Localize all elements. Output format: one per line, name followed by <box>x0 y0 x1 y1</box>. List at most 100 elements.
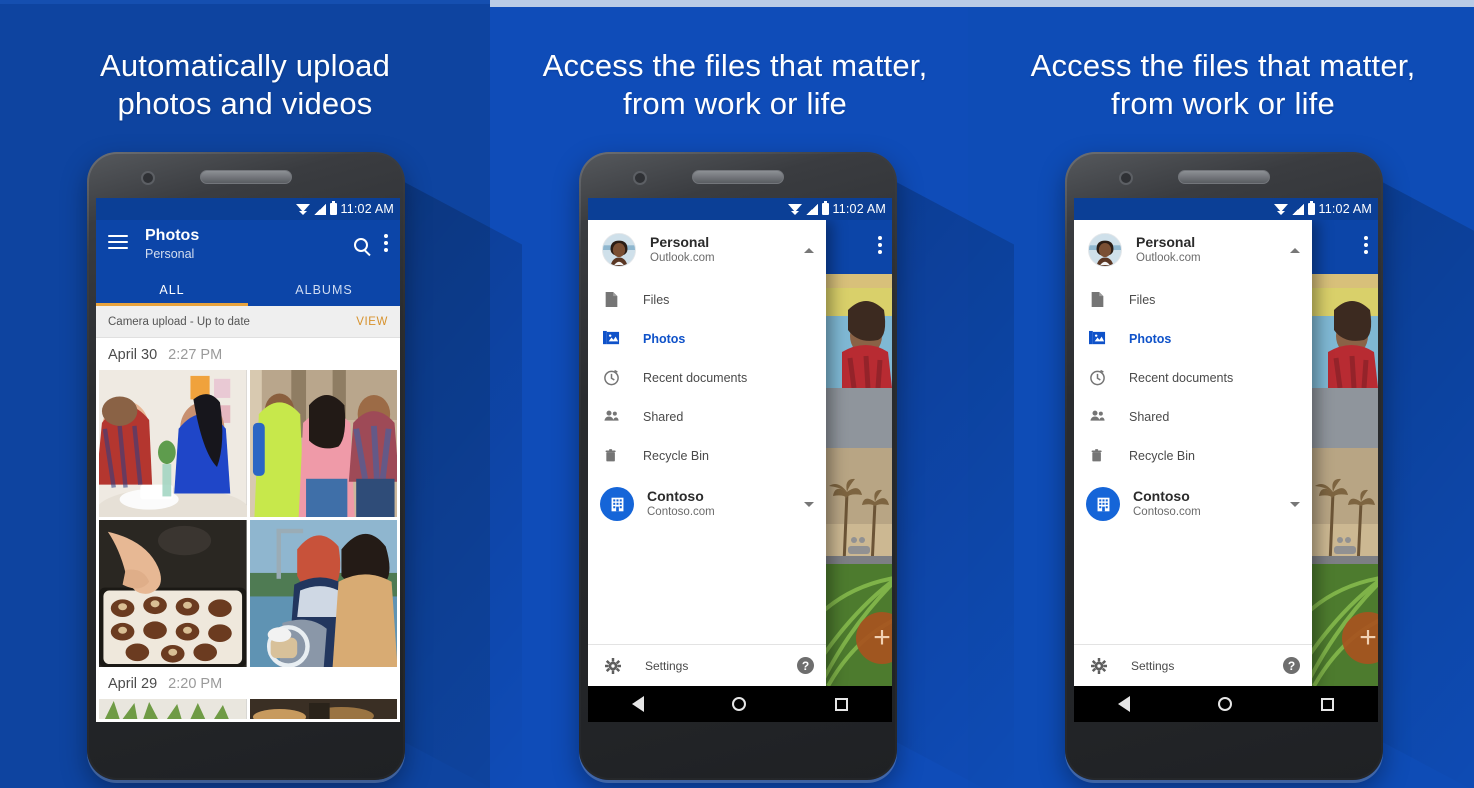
signal-icon <box>805 203 818 215</box>
phone-body: 11:02 AM + Personal Outlook.com Files Ph… <box>581 154 895 778</box>
headline-line-2: from work or life <box>1111 86 1335 121</box>
page-title: Photos <box>145 227 200 244</box>
account-row-personal[interactable]: Personal Outlook.com <box>588 220 826 280</box>
gear-icon[interactable] <box>604 657 622 675</box>
photo-cell[interactable] <box>249 370 397 517</box>
account-name: Contoso <box>647 488 704 504</box>
account-email: Contoso.com <box>1133 506 1201 518</box>
account-name: Contoso <box>1133 488 1190 504</box>
headline-line-2: photos and videos <box>117 86 373 121</box>
front-camera-icon <box>141 171 155 185</box>
home-circle-icon[interactable] <box>732 697 747 711</box>
nav-item-photos[interactable]: Photos <box>588 319 826 358</box>
nav-item-shared[interactable]: Shared <box>588 397 826 436</box>
front-camera-icon <box>633 171 647 185</box>
photo-cell[interactable] <box>249 520 397 667</box>
android-navigation-bar <box>1074 686 1378 722</box>
nav-item-label: Photos <box>1129 331 1172 346</box>
account-text: Contoso Contoso.com <box>1133 488 1277 520</box>
recents-square-icon[interactable] <box>834 697 848 711</box>
camera-upload-status-bar[interactable]: Camera upload - Up to date VIEW <box>96 306 400 338</box>
account-row-contoso[interactable]: Contoso Contoso.com <box>588 475 826 533</box>
home-circle-icon[interactable] <box>1218 697 1233 711</box>
building-icon <box>600 487 634 521</box>
gear-icon[interactable] <box>1090 657 1108 675</box>
chevron-up-icon[interactable] <box>1290 247 1300 253</box>
drawer-spacer <box>1074 533 1312 644</box>
recents-square-icon[interactable] <box>1320 697 1334 711</box>
photo-cell[interactable] <box>99 520 247 667</box>
settings-label[interactable]: Settings <box>645 659 774 673</box>
photo-cell[interactable] <box>249 699 397 719</box>
photo-strip-behind: + <box>1312 274 1378 686</box>
account-row-personal[interactable]: Personal Outlook.com <box>1074 220 1312 280</box>
nav-item-label: Shared <box>1129 409 1170 424</box>
android-status-bar: 11:02 AM <box>1074 198 1378 220</box>
headline-panel-1: Automatically upload photos and videos <box>40 47 450 123</box>
promo-screenshot-stage: Automatically upload photos and videos A… <box>0 0 1474 788</box>
drawer-container: + Personal Outlook.com Files Photos Rece… <box>588 220 892 686</box>
chevron-down-icon[interactable] <box>804 501 814 507</box>
phone-screen-drawer: 11:02 AM + Personal Outlook.com Files Ph… <box>588 198 892 722</box>
camera-upload-status: Camera upload - Up to date <box>108 315 250 328</box>
photo-cell[interactable] <box>99 699 247 719</box>
building-icon <box>1086 487 1120 521</box>
nav-item-label: Files <box>1129 292 1156 307</box>
tab-albums[interactable]: ALBUMS <box>248 274 400 306</box>
drawer-footer: Settings ? <box>1074 644 1312 686</box>
front-camera-icon <box>1119 171 1133 185</box>
overflow-menu-icon[interactable] <box>1364 236 1368 257</box>
help-icon[interactable]: ? <box>797 657 814 674</box>
nav-item-recycle-bin[interactable]: Recycle Bin <box>1074 436 1312 475</box>
back-triangle-icon[interactable] <box>632 696 645 712</box>
nav-item-label: Shared <box>643 409 684 424</box>
account-text: Personal Outlook.com <box>650 234 790 266</box>
overflow-menu-icon[interactable] <box>878 236 882 257</box>
tab-all[interactable]: ALL <box>96 274 248 306</box>
headline-line-2: from work or life <box>623 86 847 121</box>
chevron-down-icon[interactable] <box>1290 501 1300 507</box>
trash-icon <box>1088 447 1106 465</box>
overflow-menu-icon[interactable] <box>384 234 388 255</box>
add-icon: + <box>873 621 891 654</box>
people-icon <box>1088 408 1106 426</box>
chevron-up-icon[interactable] <box>804 247 814 253</box>
nav-item-shared[interactable]: Shared <box>1074 397 1312 436</box>
nav-item-recycle-bin[interactable]: Recycle Bin <box>588 436 826 475</box>
drawer-spacer <box>588 533 826 644</box>
date-header-april-29: April 29 2:20 PM <box>96 667 400 699</box>
settings-label[interactable]: Settings <box>1131 659 1260 673</box>
section-time: 2:20 PM <box>168 676 223 692</box>
account-text: Personal Outlook.com <box>1136 234 1276 266</box>
phone-bezel-top <box>581 154 895 198</box>
nav-item-files[interactable]: Files <box>1074 280 1312 319</box>
navigation-drawer: Personal Outlook.com Files Photos Recent… <box>1074 220 1312 686</box>
phone-screen-photos: 11:02 AM Photos Personal ALL ALBUMS Came… <box>96 198 400 722</box>
headline-panel-2: Access the files that matter, from work … <box>530 47 940 123</box>
nav-item-photos[interactable]: Photos <box>1074 319 1312 358</box>
phone-body: 11:02 AM + Personal Outlook.com Files Ph… <box>1067 154 1381 778</box>
back-triangle-icon[interactable] <box>1118 696 1131 712</box>
phone-bezel-bottom <box>581 718 895 778</box>
document-icon <box>602 291 620 309</box>
wifi-icon <box>295 203 310 215</box>
photo-grid-row-2 <box>96 699 400 719</box>
help-icon[interactable]: ? <box>1283 657 1300 674</box>
hamburger-menu-icon[interactable] <box>108 235 128 253</box>
camera-upload-view-button[interactable]: VIEW <box>356 316 388 328</box>
android-status-bar: 11:02 AM <box>588 198 892 220</box>
recent-clock-icon <box>602 369 620 387</box>
wifi-icon <box>1273 203 1288 215</box>
section-date: April 30 <box>108 347 158 363</box>
nav-item-files[interactable]: Files <box>588 280 826 319</box>
phone-mockup-drawer-1: 11:02 AM + Personal Outlook.com Files Ph… <box>579 152 897 780</box>
nav-item-label: Recent documents <box>643 370 748 385</box>
photo-cell[interactable] <box>99 370 247 517</box>
search-icon[interactable] <box>354 237 368 252</box>
nav-item-recent-documents[interactable]: Recent documents <box>1074 358 1312 397</box>
app-bar-actions <box>354 234 388 255</box>
top-light-band <box>490 0 1474 7</box>
nav-item-recent-documents[interactable]: Recent documents <box>588 358 826 397</box>
drawer-footer: Settings ? <box>588 644 826 686</box>
account-row-contoso[interactable]: Contoso Contoso.com <box>1074 475 1312 533</box>
